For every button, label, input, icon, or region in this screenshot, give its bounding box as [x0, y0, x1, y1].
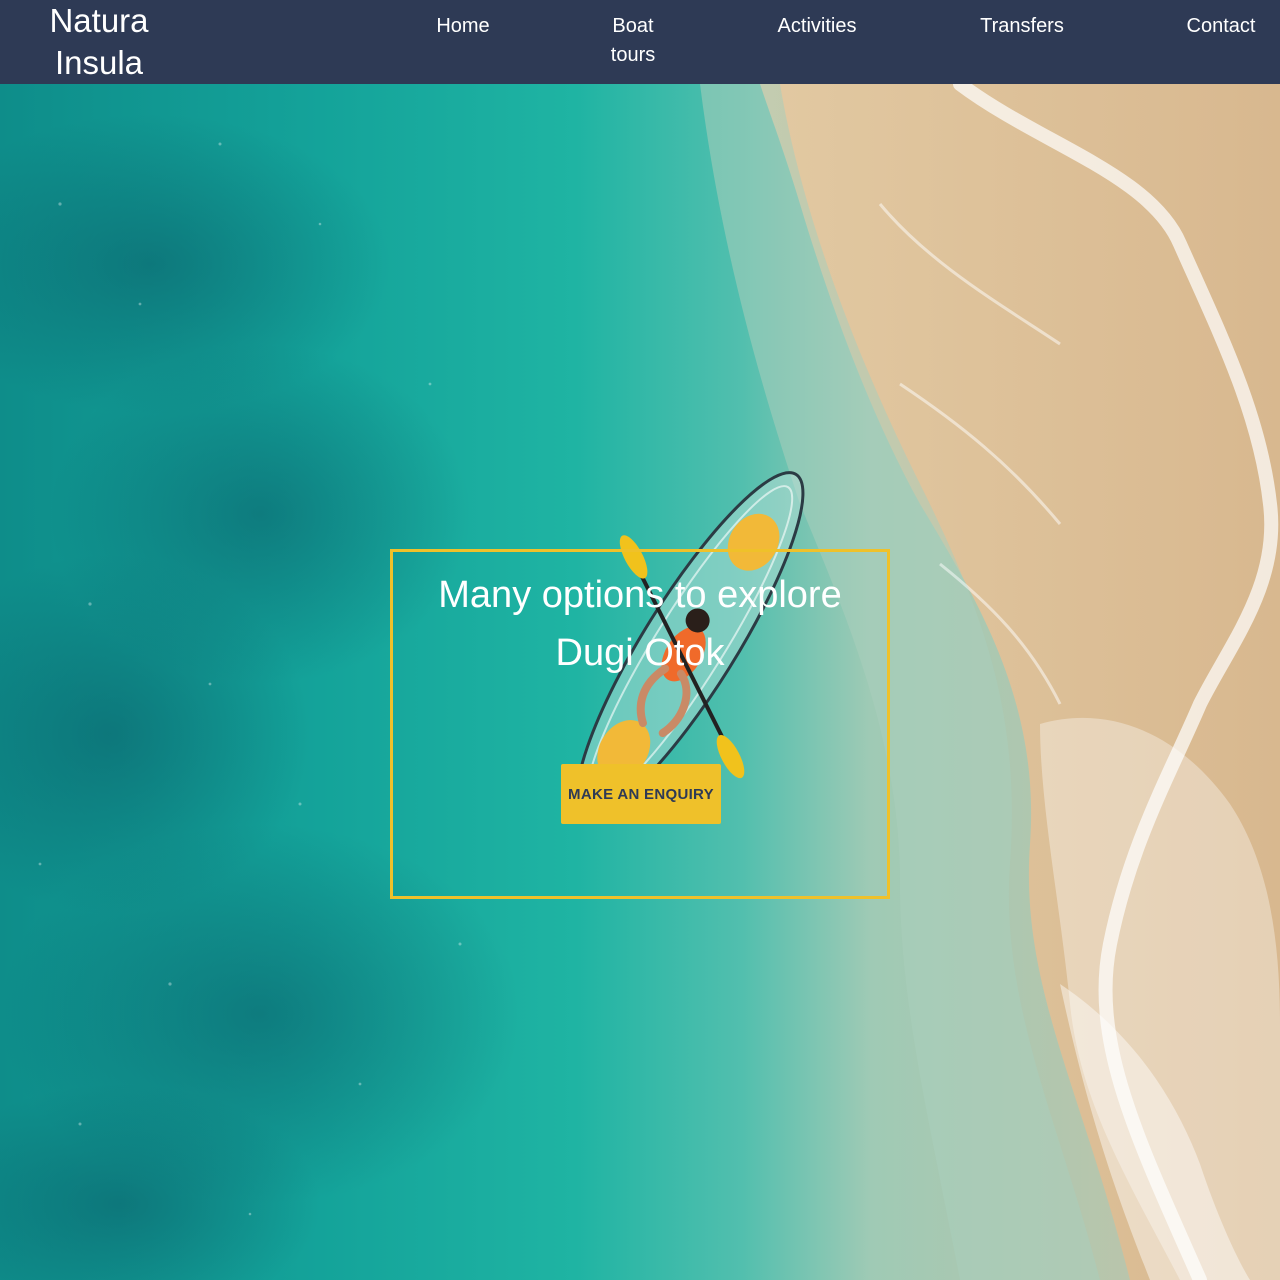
nav-home[interactable]: Home: [435, 12, 491, 41]
logo-line-1: Natura: [49, 2, 149, 39]
hero-callout: Many options to explore Dugi Otok MAKE A…: [390, 549, 890, 899]
site-header: Natura Insula Home Boat tours Activities…: [0, 0, 1280, 84]
nav-transfers[interactable]: Transfers: [978, 12, 1066, 41]
page: Natura Insula Home Boat tours Activities…: [0, 0, 1280, 1280]
nav-boat-tours[interactable]: Boat tours: [603, 12, 663, 70]
nav-activities[interactable]: Activities: [772, 12, 862, 41]
nav-contact[interactable]: Contact: [1184, 12, 1258, 41]
site-logo[interactable]: Natura Insula: [28, 0, 170, 84]
nav-boat-tours-line-2: tours: [610, 44, 656, 66]
hero-title: Many options to explore Dugi Otok: [393, 566, 887, 682]
logo-line-2: Insula: [54, 44, 144, 81]
make-enquiry-button[interactable]: MAKE AN ENQUIRY: [561, 764, 721, 824]
hero-title-line-2: Dugi Otok: [555, 632, 725, 674]
hero-title-line-1: Many options to explore: [438, 574, 842, 616]
nav-boat-tours-line-1: Boat: [612, 15, 654, 37]
